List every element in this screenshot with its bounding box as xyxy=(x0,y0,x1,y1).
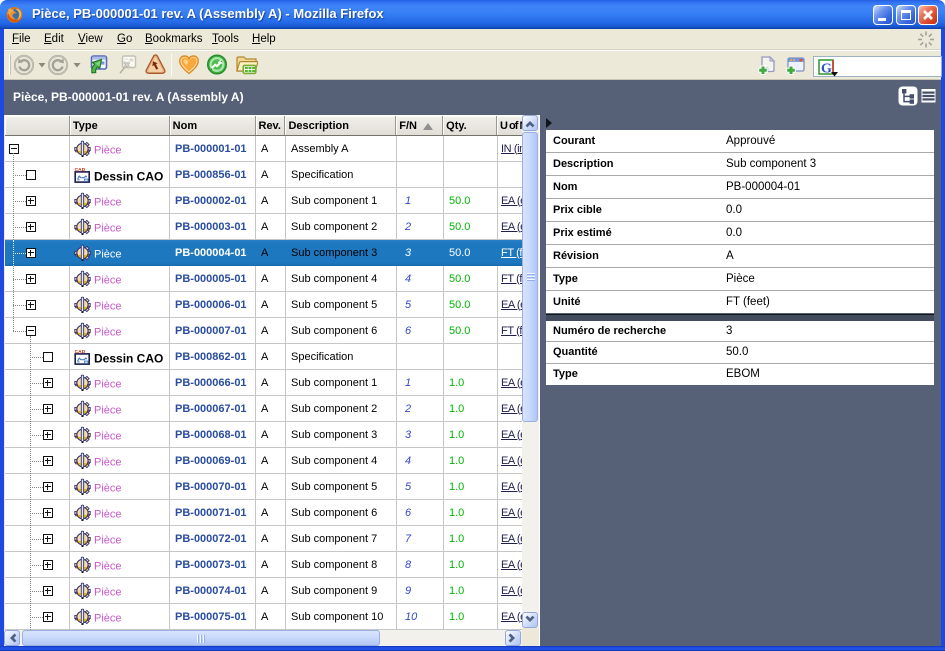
svg-text:G: G xyxy=(821,62,832,77)
